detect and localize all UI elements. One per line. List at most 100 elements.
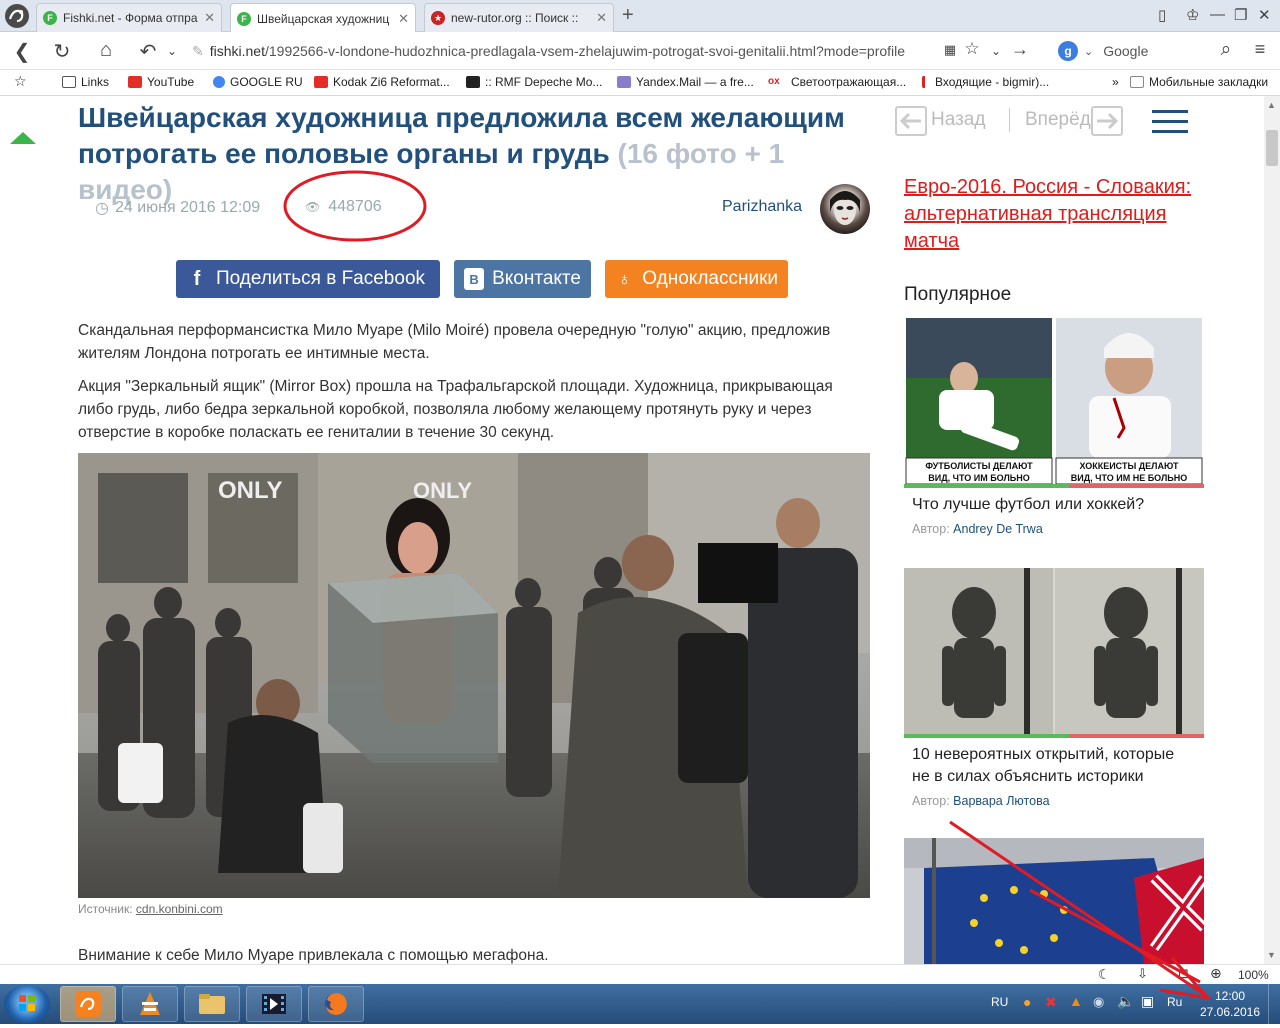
back-arrow-icon[interactable] — [895, 106, 927, 136]
bookmark-rmf[interactable]: :: RMF Depeche Mo... — [466, 75, 602, 89]
site-menu-icon[interactable] — [1152, 110, 1188, 134]
reload-icon[interactable]: ↻ — [50, 39, 74, 64]
youtube-icon — [314, 76, 328, 88]
scroll-thumb[interactable] — [1266, 130, 1278, 166]
night-mode-icon[interactable]: ☾ — [1098, 966, 1111, 983]
article-photo[interactable]: ONLY ONLY — [78, 453, 870, 898]
promo-link[interactable]: Евро-2016. Россия - Словакия: альтернати… — [904, 174, 1204, 255]
start-button[interactable] — [4, 985, 50, 1023]
close-tab-icon[interactable]: ✕ — [596, 10, 607, 26]
bookmark-yandex-mail[interactable]: Yandex.Mail — a fre... — [617, 75, 754, 89]
shirt-skin-icon[interactable]: ♔ — [1186, 6, 1199, 24]
vlc-tray-icon[interactable]: ▲ — [1069, 993, 1083, 1009]
card-author-label: Автор: — [912, 522, 950, 536]
share-vk-button[interactable]: B Вконтакте — [454, 260, 591, 298]
card-thumbnail[interactable] — [904, 838, 1204, 964]
google-icon: g — [1058, 41, 1078, 61]
card-author-link[interactable]: Варвара Лютова — [953, 794, 1049, 808]
tray-security-icon[interactable]: ✖ — [1045, 994, 1057, 1011]
restore-icon[interactable]: ❐ — [1234, 6, 1247, 24]
share-ok-button[interactable]: ♁ Одноклассники — [605, 260, 788, 298]
prev-article-link[interactable]: Назад — [931, 109, 985, 131]
tab-rutor[interactable]: ★ new-rutor.org :: Поиск :: ✕ — [424, 3, 614, 32]
address-bar[interactable]: ✎ fishki.net/1992566-v-londone-hudozhnic… — [192, 38, 1037, 64]
chevron-down-icon[interactable]: ⌄ — [160, 44, 184, 58]
system-clock[interactable]: 12:00 27.06.2016 — [1198, 988, 1262, 1020]
card-author-link[interactable]: Andrey De Trwa — [953, 522, 1043, 536]
popular-card[interactable]: 10 невероятных открытий, которые не в си… — [904, 568, 1204, 808]
popular-card[interactable]: ФУТБОЛИСТЫ ДЕЛАЮТ ВИД, ЧТО ИМ БОЛЬНО ХОК… — [904, 318, 1204, 536]
zoom-icon[interactable]: ⊕ — [1210, 965, 1222, 982]
share-facebook-button[interactable]: f Поделиться в Facebook — [176, 260, 440, 298]
taskbar-explorer[interactable] — [184, 986, 240, 1022]
bookmark-kodak[interactable]: Kodak Zi6 Reformat... — [314, 75, 450, 89]
card-title[interactable]: 10 невероятных открытий, которые не в си… — [904, 738, 1204, 788]
share-vk-label: Вконтакте — [492, 268, 581, 289]
volume-icon[interactable]: 🔈 — [1117, 993, 1134, 1010]
popular-card[interactable] — [904, 838, 1204, 964]
tab-fishki-form[interactable]: F Fishki.net - Форма отпра ✕ — [36, 3, 222, 32]
tray-language[interactable]: Ru — [1167, 995, 1182, 1009]
tray-app-icon[interactable]: ● — [1023, 994, 1031, 1010]
browser-status-bar: ☾ ⇩ ⊡ ⊕ 100% — [0, 964, 1280, 984]
next-article-link[interactable]: Вперёд — [1025, 109, 1091, 131]
page-scrollbar[interactable]: ▲ ▼ — [1264, 96, 1280, 964]
search-icon[interactable]: ⌕ — [1214, 39, 1238, 61]
scroll-to-top-icon[interactable] — [10, 132, 36, 144]
bookmark-mobile[interactable]: Мобильные закладки — [1130, 75, 1268, 89]
tray-bluetooth-icon[interactable]: ◉ — [1093, 994, 1104, 1010]
home-icon[interactable]: ⌂ — [94, 39, 118, 62]
bookmark-bigmir[interactable]: Входящие - bigmir)... — [922, 75, 1049, 89]
close-tab-icon[interactable]: ✕ — [398, 11, 409, 27]
card-thumbnail[interactable] — [904, 568, 1204, 738]
tile-windows-icon[interactable]: ▯ — [1158, 6, 1166, 24]
taskbar-movie-maker[interactable] — [246, 986, 302, 1022]
star-bookmark-icon[interactable]: ☆ — [14, 73, 27, 90]
eye-icon: 👁 — [305, 200, 321, 214]
close-window-icon[interactable]: ✕ — [1258, 6, 1271, 24]
network-icon[interactable]: ▣ — [1141, 993, 1154, 1010]
bookmark-links[interactable]: Links — [62, 75, 109, 89]
zoom-level[interactable]: 100% — [1238, 968, 1269, 982]
forward-arrow-icon[interactable] — [1091, 106, 1123, 136]
reader-mode-icon[interactable]: ▦ — [938, 42, 962, 58]
input-language[interactable]: RU — [991, 995, 1008, 1009]
bookmark-svetootrazh[interactable]: ox Светоотражающая... — [768, 75, 906, 89]
taskbar-uc-browser[interactable] — [60, 986, 116, 1022]
taskbar-vlc[interactable] — [122, 986, 178, 1022]
bookmark-google[interactable]: GOOGLE RU — [213, 75, 303, 89]
uc-browser-logo-icon[interactable] — [4, 3, 30, 29]
article-date: ◷ 24 июня 2016 12:09 — [95, 198, 260, 218]
bookmarks-overflow[interactable]: » — [1112, 75, 1119, 89]
chevron-down-icon[interactable]: ⌄ — [1084, 45, 1093, 58]
show-desktop-button[interactable] — [1268, 984, 1280, 1024]
new-tab-icon[interactable]: + — [622, 4, 634, 27]
author-name[interactable]: Parizhanka — [722, 198, 802, 216]
folder-icon — [199, 994, 225, 1014]
scroll-up-icon[interactable]: ▲ — [1267, 100, 1276, 110]
scroll-down-icon[interactable]: ▼ — [1267, 950, 1276, 960]
url-host: fishki.net — [209, 43, 265, 59]
bookmark-star-icon[interactable]: ☆ — [960, 39, 984, 59]
back-icon[interactable]: ❮ — [10, 39, 34, 64]
photo-source-link[interactable]: cdn.konbini.com — [136, 902, 223, 916]
taskbar-firefox[interactable] — [308, 986, 364, 1022]
bookmark-label: YouTube — [147, 75, 195, 89]
folder-icon — [1130, 76, 1144, 88]
download-icon[interactable]: ⇩ — [1137, 966, 1148, 982]
bookmark-youtube[interactable]: YouTube — [128, 75, 194, 89]
card-title[interactable]: Что лучше футбол или хоккей? — [904, 488, 1204, 516]
author-avatar[interactable] — [820, 184, 870, 234]
forward-arrow-icon[interactable]: → — [1008, 39, 1032, 60]
facebook-icon: f — [193, 267, 201, 290]
popular-heading: Популярное — [904, 284, 1012, 305]
menu-icon[interactable]: ≡ — [1248, 39, 1272, 60]
card-thumbnail[interactable]: ФУТБОЛИСТЫ ДЕЛАЮТ ВИД, ЧТО ИМ БОЛЬНО ХОК… — [904, 318, 1204, 488]
undo-close-icon[interactable]: ↶ — [136, 39, 160, 64]
screenshot-icon[interactable]: ⊡ — [1178, 966, 1189, 982]
chevron-down-icon[interactable]: ⌄ — [984, 44, 1008, 58]
tab-article[interactable]: F Швейцарская художниц ✕ — [230, 3, 416, 33]
tab-label: Швейцарская художниц — [257, 11, 390, 26]
close-tab-icon[interactable]: ✕ — [204, 10, 215, 26]
minimize-icon[interactable]: — — [1210, 6, 1225, 23]
